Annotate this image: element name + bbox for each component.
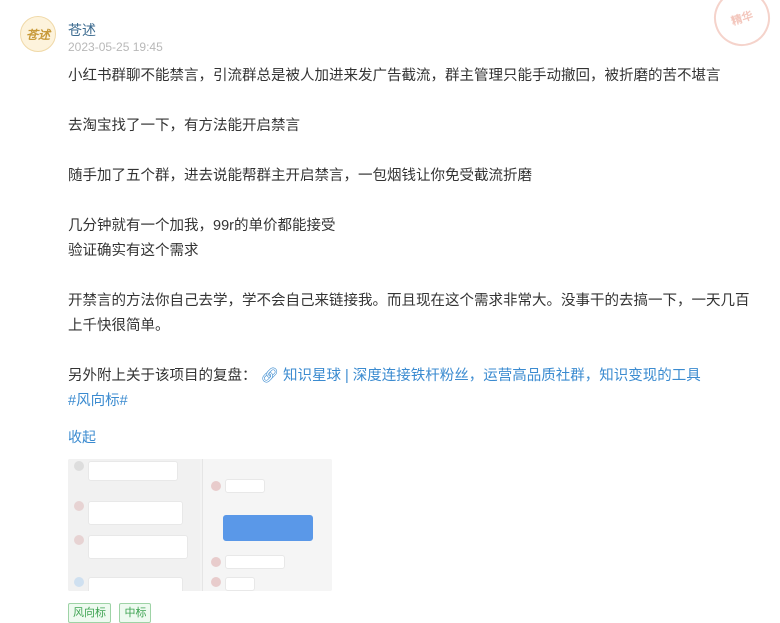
recap-prefix: 另外附上关于该项目的复盘： [68,368,257,384]
tag-chips: 风向标 中标 [68,603,155,623]
avatar [74,461,84,471]
chat-detail-pane [202,459,332,591]
avatar [74,535,84,545]
paragraph: 小红书群聊不能禁言，引流群总是被人加进来发广告截流，群主管理只能手动撤回，被折磨… [68,68,721,84]
planet-link[interactable]: 知识星球 | 深度连接铁杆粉丝，运营高品质社群，知识变现的工具 [283,368,701,384]
author-name[interactable]: 苍述 [68,20,96,40]
avatar [211,557,221,567]
collapse-button[interactable]: 收起 [68,427,96,447]
chat-bubble [225,577,255,591]
paragraph: 另外附上关于该项目的复盘： 🔗︎ 知识星球 | 深度连接铁杆粉丝，运营高品质社群… [68,364,758,389]
chat-bubble [225,479,265,493]
featured-stamp: 精华 [706,0,778,54]
avatar [211,481,221,491]
chat-bubble [88,461,178,481]
paragraph: 几分钟就有一个加我，99r的单价都能接受 [68,218,336,234]
chat-bubble [88,535,188,559]
post-content: 小红书群聊不能禁言，引流群总是被人加进来发广告截流，群主管理只能手动撤回，被折磨… [68,64,758,414]
hashtag-link[interactable]: #风向标# [68,393,128,409]
paragraph: 开禁言的方法你自己去学，学不会自己来链接我。而且现在这个需求非常大。没事干的去搞… [68,293,750,334]
avatar [211,577,221,587]
paragraph: 随手加了五个群，进去说能帮群主开启禁言，一包烟钱让你免受截流折磨 [68,168,532,184]
post-image-thumbnail[interactable] [68,459,332,591]
chat-bubble [88,577,183,591]
post-time: 2023-05-25 19:45 [68,40,163,54]
link-icon[interactable]: 🔗︎ [261,368,279,384]
avatar [74,577,84,587]
paragraph: 去淘宝找了一下，有方法能开启禁言 [68,118,300,134]
chat-bubble [88,501,183,525]
tag-chip[interactable]: 中标 [119,603,152,623]
tag-chip[interactable]: 风向标 [68,603,111,623]
paragraph: 验证确实有这个需求 [68,243,199,259]
chat-bubble-sent [223,515,313,541]
avatar [74,501,84,511]
chat-list-pane [68,459,200,591]
chat-bubble [225,555,285,569]
author-avatar[interactable]: 苍述 [20,16,56,52]
